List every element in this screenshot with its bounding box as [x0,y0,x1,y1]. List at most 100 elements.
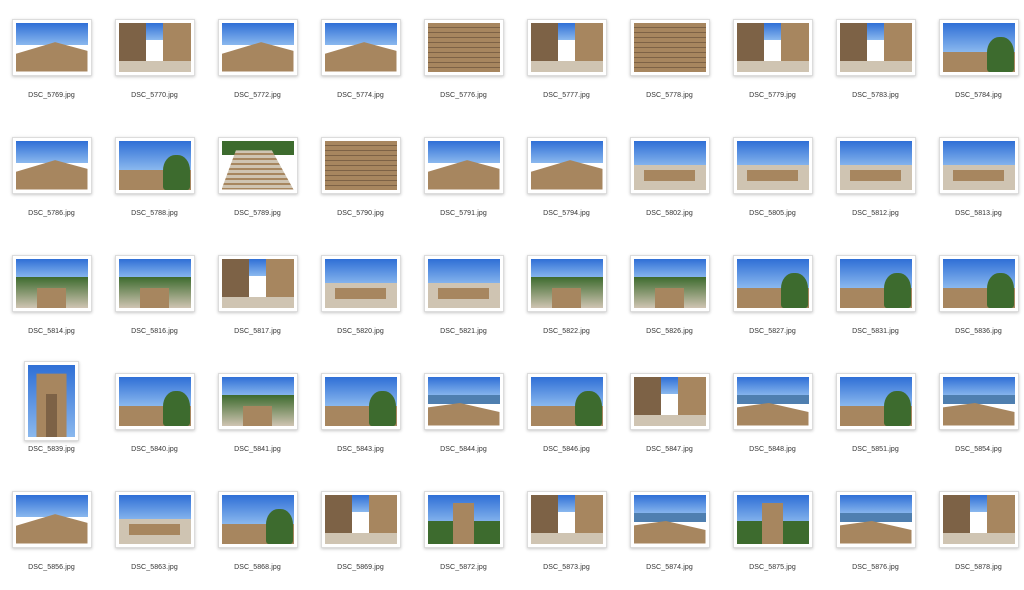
image-thumbnail[interactable] [526,254,607,312]
image-thumbnail[interactable] [423,136,504,194]
image-thumbnail[interactable] [114,136,195,194]
file-icon[interactable]: DSC_5772.jpg [206,0,309,118]
file-name-label[interactable]: DSC_5817.jpg [206,328,309,335]
file-name-label[interactable]: DSC_5851.jpg [824,446,927,453]
file-name-label[interactable]: DSC_5840.jpg [103,446,206,453]
file-name-label[interactable]: DSC_5778.jpg [618,92,721,99]
file-icon[interactable]: DSC_5839.jpg [0,354,103,472]
image-thumbnail[interactable] [835,18,916,76]
file-name-label[interactable]: DSC_5821.jpg [412,328,515,335]
image-thumbnail[interactable] [526,490,607,548]
file-icon[interactable]: DSC_5777.jpg [515,0,618,118]
image-thumbnail[interactable] [320,18,401,76]
file-icon[interactable]: DSC_5814.jpg [0,236,103,354]
image-thumbnail[interactable] [629,18,710,76]
file-name-label[interactable]: DSC_5831.jpg [824,328,927,335]
image-thumbnail[interactable] [423,372,504,430]
file-name-label[interactable]: DSC_5802.jpg [618,210,721,217]
file-icon[interactable]: DSC_5805.jpg [721,118,824,236]
image-thumbnail[interactable] [835,136,916,194]
file-icon[interactable]: DSC_5770.jpg [103,0,206,118]
file-icon[interactable]: DSC_5843.jpg [309,354,412,472]
file-icon[interactable]: DSC_5817.jpg [206,236,309,354]
file-name-label[interactable]: DSC_5876.jpg [824,564,927,571]
image-thumbnail[interactable] [423,254,504,312]
image-thumbnail[interactable] [835,372,916,430]
file-name-label[interactable]: DSC_5814.jpg [0,328,103,335]
file-icon[interactable]: DSC_5783.jpg [824,0,927,118]
file-name-label[interactable]: DSC_5878.jpg [927,564,1024,571]
image-thumbnail[interactable] [732,490,813,548]
file-name-label[interactable]: DSC_5769.jpg [0,92,103,99]
image-thumbnail[interactable] [732,136,813,194]
file-icon[interactable]: DSC_5846.jpg [515,354,618,472]
file-name-label[interactable]: DSC_5846.jpg [515,446,618,453]
file-name-label[interactable]: DSC_5774.jpg [309,92,412,99]
image-thumbnail[interactable] [217,136,298,194]
file-icon[interactable]: DSC_5791.jpg [412,118,515,236]
image-thumbnail[interactable] [629,490,710,548]
file-name-label[interactable]: DSC_5786.jpg [0,210,103,217]
file-icon[interactable]: DSC_5813.jpg [927,118,1024,236]
file-icon[interactable]: DSC_5790.jpg [309,118,412,236]
file-icon[interactable]: DSC_5827.jpg [721,236,824,354]
file-name-label[interactable]: DSC_5777.jpg [515,92,618,99]
image-thumbnail[interactable] [938,18,1019,76]
file-name-label[interactable]: DSC_5847.jpg [618,446,721,453]
file-icon[interactable]: DSC_5788.jpg [103,118,206,236]
file-name-label[interactable]: DSC_5772.jpg [206,92,309,99]
file-name-label[interactable]: DSC_5856.jpg [0,564,103,571]
file-name-label[interactable]: DSC_5843.jpg [309,446,412,453]
file-name-label[interactable]: DSC_5872.jpg [412,564,515,571]
file-name-label[interactable]: DSC_5783.jpg [824,92,927,99]
file-icon[interactable]: DSC_5786.jpg [0,118,103,236]
file-name-label[interactable]: DSC_5826.jpg [618,328,721,335]
file-name-label[interactable]: DSC_5788.jpg [103,210,206,217]
file-name-label[interactable]: DSC_5874.jpg [618,564,721,571]
image-thumbnail[interactable] [835,490,916,548]
image-thumbnail[interactable] [217,372,298,430]
file-name-label[interactable]: DSC_5854.jpg [927,446,1024,453]
file-name-label[interactable]: DSC_5839.jpg [0,446,103,453]
file-name-label[interactable]: DSC_5784.jpg [927,92,1024,99]
file-icon[interactable]: DSC_5863.jpg [103,472,206,590]
file-name-label[interactable]: DSC_5789.jpg [206,210,309,217]
file-name-label[interactable]: DSC_5770.jpg [103,92,206,99]
file-icon[interactable]: DSC_5820.jpg [309,236,412,354]
file-icon[interactable]: DSC_5826.jpg [618,236,721,354]
file-icon[interactable]: DSC_5876.jpg [824,472,927,590]
file-icon[interactable]: DSC_5822.jpg [515,236,618,354]
file-name-label[interactable]: DSC_5822.jpg [515,328,618,335]
file-icon[interactable]: DSC_5831.jpg [824,236,927,354]
file-icon[interactable]: DSC_5875.jpg [721,472,824,590]
file-name-label[interactable]: DSC_5863.jpg [103,564,206,571]
file-icon[interactable]: DSC_5821.jpg [412,236,515,354]
file-icon[interactable]: DSC_5769.jpg [0,0,103,118]
image-thumbnail[interactable] [835,254,916,312]
file-name-label[interactable]: DSC_5813.jpg [927,210,1024,217]
file-name-label[interactable]: DSC_5791.jpg [412,210,515,217]
image-thumbnail[interactable] [526,372,607,430]
file-name-label[interactable]: DSC_5875.jpg [721,564,824,571]
file-icon[interactable]: DSC_5844.jpg [412,354,515,472]
file-name-label[interactable]: DSC_5816.jpg [103,328,206,335]
image-thumbnail[interactable] [114,254,195,312]
file-name-label[interactable]: DSC_5776.jpg [412,92,515,99]
file-name-label[interactable]: DSC_5841.jpg [206,446,309,453]
file-icon[interactable]: DSC_5878.jpg [927,472,1024,590]
file-icon[interactable]: DSC_5812.jpg [824,118,927,236]
file-icon[interactable]: DSC_5774.jpg [309,0,412,118]
file-icon[interactable]: DSC_5802.jpg [618,118,721,236]
file-name-label[interactable]: DSC_5868.jpg [206,564,309,571]
image-thumbnail[interactable] [320,136,401,194]
file-icon[interactable]: DSC_5868.jpg [206,472,309,590]
file-name-label[interactable]: DSC_5836.jpg [927,328,1024,335]
file-icon[interactable]: DSC_5874.jpg [618,472,721,590]
image-thumbnail[interactable] [217,18,298,76]
image-thumbnail[interactable] [320,254,401,312]
image-thumbnail[interactable] [11,254,92,312]
image-thumbnail[interactable] [114,490,195,548]
file-name-label[interactable]: DSC_5848.jpg [721,446,824,453]
image-thumbnail[interactable] [629,136,710,194]
image-thumbnail[interactable] [732,372,813,430]
